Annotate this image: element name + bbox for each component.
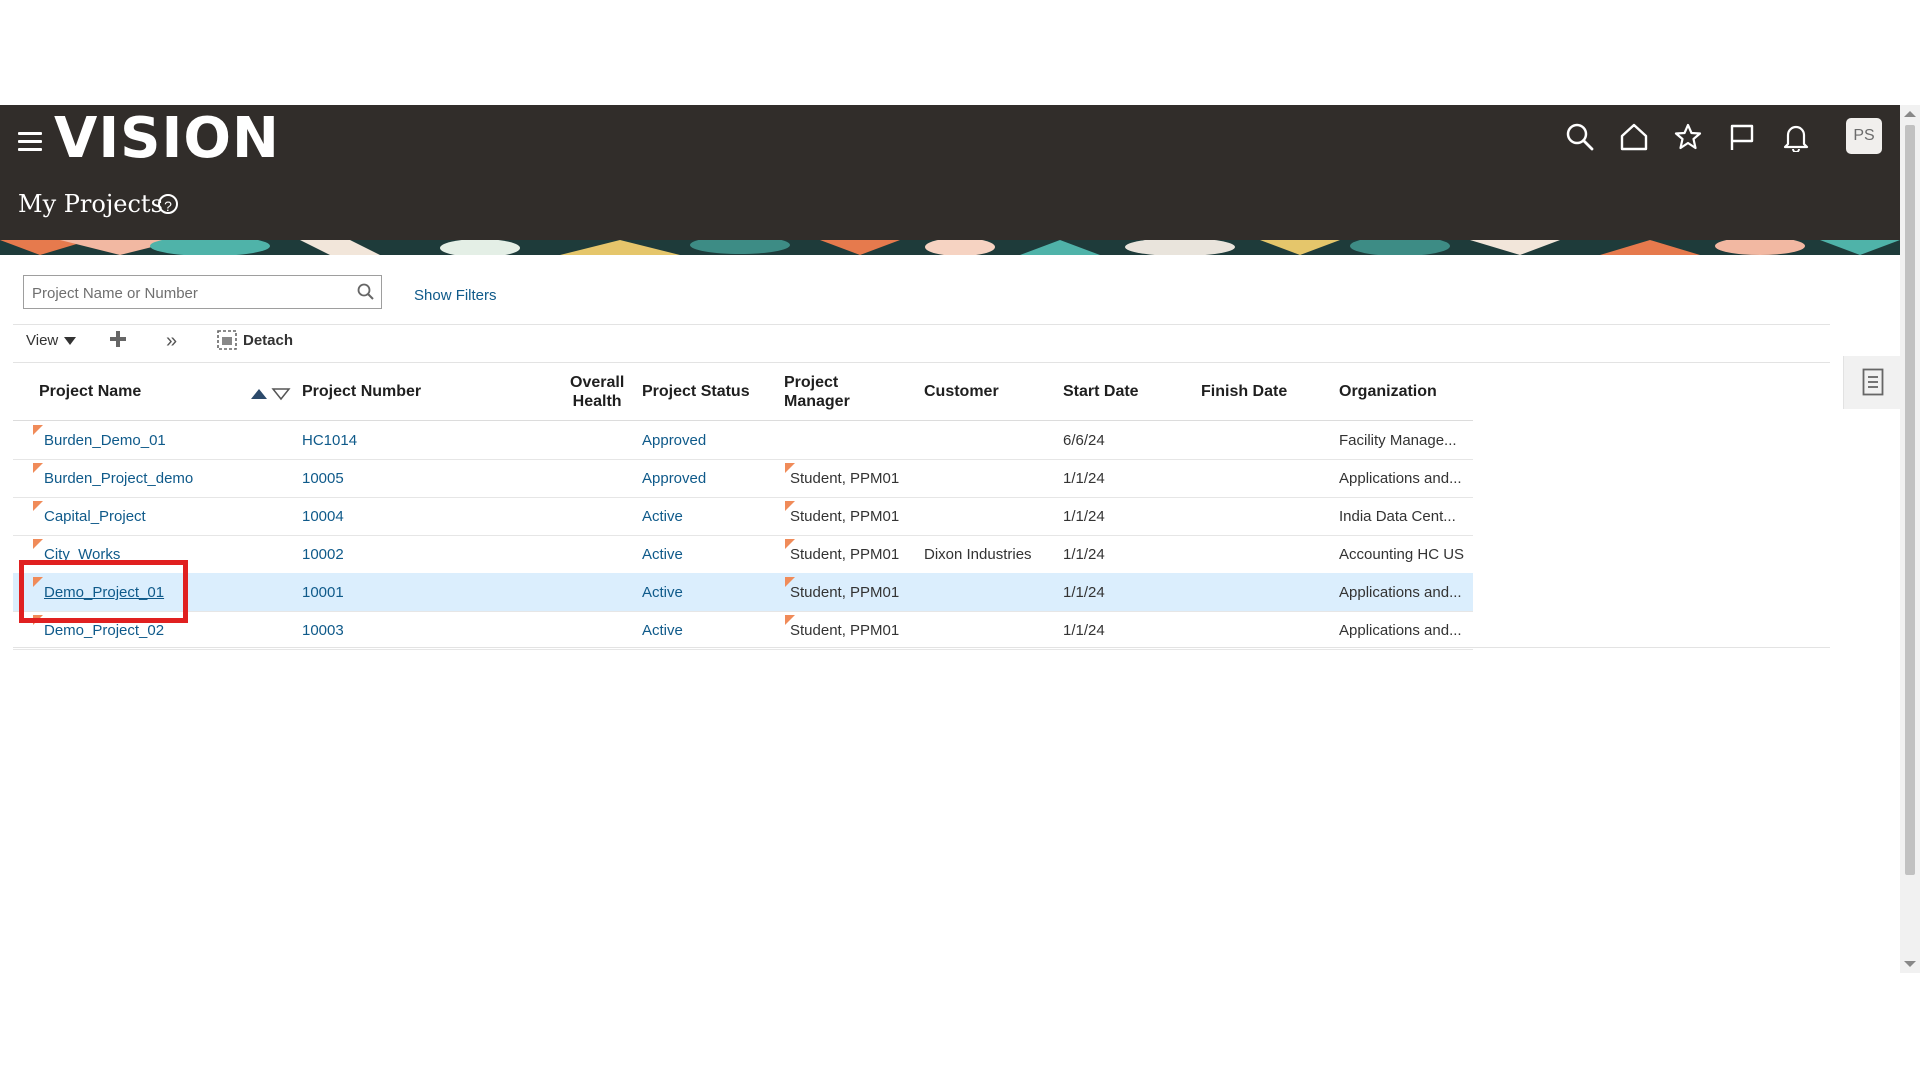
project-status-link[interactable]: Active xyxy=(642,622,683,639)
start-date-cell: 1/1/24 xyxy=(1063,508,1105,525)
view-menu[interactable]: View xyxy=(26,332,77,349)
project-number-link[interactable]: 10002 xyxy=(302,546,344,563)
project-status-link[interactable]: Approved xyxy=(642,470,706,487)
organization-cell: Applications and... xyxy=(1339,470,1462,487)
column-header-organization[interactable]: Organization xyxy=(1339,383,1437,401)
search-icon[interactable] xyxy=(356,282,376,302)
caret-down-icon xyxy=(64,337,77,346)
organization-cell: Applications and... xyxy=(1339,584,1462,601)
table-header: Project Name Project Number Overall Heal… xyxy=(13,362,1473,421)
global-header xyxy=(0,105,1900,240)
project-number-link[interactable]: 10001 xyxy=(302,584,344,601)
side-panel-toggle[interactable] xyxy=(1843,356,1901,409)
vision-logo[interactable]: VISION xyxy=(54,106,280,171)
sort-ascending-icon xyxy=(251,389,267,399)
search-icon[interactable] xyxy=(1565,122,1595,152)
scroll-up-arrow-icon[interactable] xyxy=(1904,111,1916,117)
home-icon[interactable] xyxy=(1619,122,1649,152)
row-flag-icon xyxy=(33,501,43,511)
start-date-cell: 1/1/24 xyxy=(1063,546,1105,563)
view-menu-label: View xyxy=(26,332,59,349)
column-header-overall-health[interactable]: Overall Health xyxy=(570,373,624,411)
divider xyxy=(13,324,1830,325)
double-chevron-right-icon[interactable]: » xyxy=(166,330,177,353)
project-manager-cell: Student, PPM01 xyxy=(790,622,900,639)
column-header-project-number[interactable]: Project Number xyxy=(302,383,421,401)
project-status-link[interactable]: Approved xyxy=(642,432,706,449)
column-header-project-manager-line1: Project xyxy=(784,374,839,391)
project-name-link[interactable]: Demo_Project_02 xyxy=(44,622,164,639)
column-header-finish-date[interactable]: Finish Date xyxy=(1201,383,1287,401)
user-avatar[interactable]: PS xyxy=(1846,118,1882,154)
sort-icons[interactable] xyxy=(249,385,293,401)
column-header-project-name[interactable]: Project Name xyxy=(39,383,141,401)
start-date-cell: 1/1/24 xyxy=(1063,622,1105,639)
column-header-project-manager[interactable]: Project Manager xyxy=(784,373,850,411)
column-header-customer[interactable]: Customer xyxy=(924,383,999,401)
row-flag-icon xyxy=(33,425,43,435)
bell-icon[interactable] xyxy=(1781,122,1811,152)
project-manager-cell: Student, PPM01 xyxy=(790,546,900,563)
project-name-link[interactable]: Capital_Project xyxy=(44,508,146,525)
table-row[interactable]: City_Works 10002 Active Student, PPM01 D… xyxy=(13,535,1473,574)
customer-cell: Dixon Industries xyxy=(924,546,1032,563)
hamburger-menu-icon[interactable] xyxy=(18,132,42,152)
project-manager-cell: Student, PPM01 xyxy=(790,508,900,525)
decorative-banner xyxy=(0,240,1900,255)
project-search-field[interactable] xyxy=(23,275,382,309)
project-status-link[interactable]: Active xyxy=(642,584,683,601)
organization-cell: Applications and... xyxy=(1339,622,1462,639)
vertical-scrollbar[interactable] xyxy=(1900,105,1920,973)
detach-button[interactable]: Detach xyxy=(243,332,293,349)
project-number-link[interactable]: 10004 xyxy=(302,508,344,525)
column-header-overall-health-line2: Health xyxy=(572,393,622,410)
row-flag-icon xyxy=(33,463,43,473)
document-list-icon xyxy=(1862,368,1884,396)
page-title: My Projects xyxy=(18,190,163,218)
organization-cell: Accounting HC US xyxy=(1339,546,1465,563)
project-manager-cell: Student, PPM01 xyxy=(790,584,900,601)
table-bottom-divider xyxy=(13,647,1830,648)
project-name-link[interactable]: Burden_Project_demo xyxy=(44,470,193,487)
highlight-box xyxy=(19,560,188,623)
project-number-link[interactable]: HC1014 xyxy=(302,432,357,449)
row-flag-icon xyxy=(33,539,43,549)
start-date-cell: 1/1/24 xyxy=(1063,470,1105,487)
column-header-project-manager-line2: Manager xyxy=(784,393,850,410)
flag-icon[interactable] xyxy=(1727,122,1757,152)
table-row[interactable]: Burden_Demo_01 HC1014 Approved 6/6/24 Fa… xyxy=(13,421,1473,460)
detach-icon[interactable] xyxy=(216,329,238,351)
scroll-down-arrow-icon[interactable] xyxy=(1904,961,1916,967)
project-search-input[interactable] xyxy=(30,282,344,304)
organization-cell: Facility Manage... xyxy=(1339,432,1457,449)
organization-cell: India Data Cent... xyxy=(1339,508,1456,525)
column-header-overall-health-line1: Overall xyxy=(570,374,625,391)
project-number-link[interactable]: 10003 xyxy=(302,622,344,639)
project-status-link[interactable]: Active xyxy=(642,508,683,525)
column-header-project-status[interactable]: Project Status xyxy=(642,383,750,401)
start-date-cell: 6/6/24 xyxy=(1063,432,1105,449)
table-row[interactable]: Burden_Project_demo 10005 Approved Stude… xyxy=(13,459,1473,498)
start-date-cell: 1/1/24 xyxy=(1063,584,1105,601)
project-manager-cell: Student, PPM01 xyxy=(790,470,900,487)
sort-descending-icon xyxy=(271,388,291,401)
project-number-link[interactable]: 10005 xyxy=(302,470,344,487)
table-row-selected[interactable]: Demo_Project_01 10001 Active Student, PP… xyxy=(13,573,1473,612)
project-status-link[interactable]: Active xyxy=(642,546,683,563)
table-row[interactable]: Demo_Project_02 10003 Active Student, PP… xyxy=(13,611,1473,650)
project-name-link[interactable]: Burden_Demo_01 xyxy=(44,432,166,449)
add-icon[interactable] xyxy=(107,328,129,350)
table-row[interactable]: Capital_Project 10004 Active Student, PP… xyxy=(13,497,1473,536)
show-filters-link[interactable]: Show Filters xyxy=(414,287,497,304)
help-icon[interactable]: ? xyxy=(158,194,178,214)
star-icon[interactable] xyxy=(1673,122,1703,152)
column-header-start-date[interactable]: Start Date xyxy=(1063,383,1139,401)
scrollbar-thumb[interactable] xyxy=(1905,125,1915,875)
